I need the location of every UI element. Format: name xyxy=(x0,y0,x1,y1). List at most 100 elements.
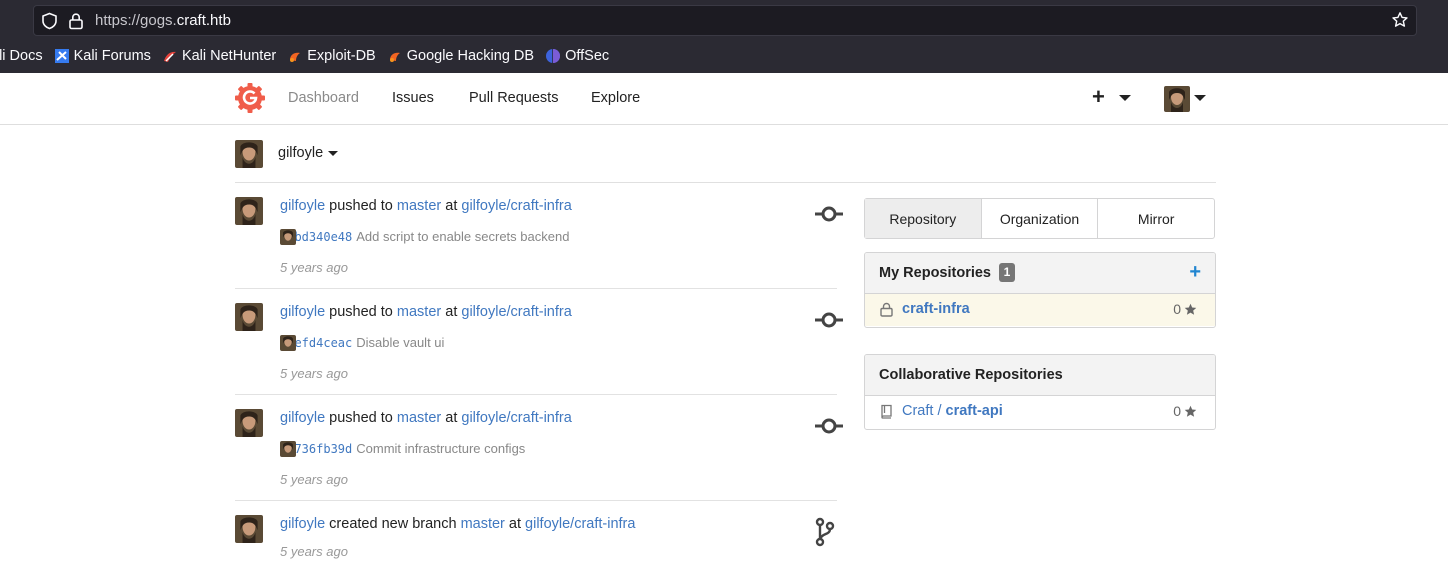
repo-stars: 0 xyxy=(1173,301,1197,317)
commit-message: Commit infrastructure configs xyxy=(356,441,526,456)
feed-time: 5 years ago xyxy=(280,472,348,487)
bookmark-kali-forums[interactable]: Kali Forums xyxy=(54,48,151,64)
chevron-down-icon[interactable] xyxy=(1194,95,1206,101)
mini-avatar xyxy=(280,441,296,457)
repo-owner-link[interactable]: Craft xyxy=(902,403,933,419)
bookmark-label: Kali NetHunter xyxy=(181,48,277,64)
feed-time: 5 years ago xyxy=(280,260,348,275)
create-new-button[interactable]: + xyxy=(1092,86,1105,108)
mini-avatar xyxy=(280,229,296,245)
feed-action: pushed to xyxy=(329,198,393,214)
feed-summary: gilfoyle pushed to master at gilfoyle/cr… xyxy=(280,304,572,320)
lock-icon xyxy=(880,302,893,322)
collaborative-repositories-box: Collaborative Repositories Craft / craft… xyxy=(864,354,1216,430)
offsec-icon xyxy=(545,48,561,64)
feed-at: at xyxy=(445,198,458,214)
feed-item: gilfoyle pushed to master at gilfoyle/cr… xyxy=(235,303,843,393)
chevron-down-icon xyxy=(328,151,338,156)
commit-icon xyxy=(814,311,844,334)
bookmark-exploit-db[interactable]: Exploit-DB xyxy=(287,48,376,64)
feed-branch-link[interactable]: master xyxy=(397,410,441,426)
feed-at: at xyxy=(445,410,458,426)
bookmark-google-hacking-db[interactable]: Google Hacking DB xyxy=(387,48,534,64)
kali-nethunter-icon xyxy=(162,48,178,64)
repo-filter-tabs: Repository Organization Mirror xyxy=(864,198,1215,239)
bookmark-label: ali Docs xyxy=(0,48,43,64)
browser-chrome: https://gogs.craft.htb ali Docs Kali For… xyxy=(0,0,1448,73)
repo-full-name: Craft / craft-api xyxy=(902,403,1003,419)
feed-user-link[interactable]: gilfoyle xyxy=(280,410,325,426)
feed-branch-link[interactable]: master xyxy=(397,304,441,320)
star-icon xyxy=(1184,405,1197,417)
commit-icon xyxy=(814,417,844,440)
repo-book-icon xyxy=(880,404,893,424)
tab-mirror[interactable]: Mirror xyxy=(1098,199,1214,238)
url-host: craft.htb xyxy=(176,12,231,29)
my-repositories-header: My Repositories 1 + xyxy=(865,253,1215,294)
commit-row: 72bd340e48 Add script to enable secrets … xyxy=(280,229,569,245)
bookmark-star-icon[interactable] xyxy=(1391,11,1409,34)
mini-avatar xyxy=(280,335,296,351)
feed-item: gilfoyle pushed to master at gilfoyle/cr… xyxy=(235,197,843,287)
feed-user-link[interactable]: gilfoyle xyxy=(280,304,325,320)
repo-count-badge: 1 xyxy=(999,263,1015,282)
feed-at: at xyxy=(445,304,458,320)
shield-icon[interactable] xyxy=(41,12,58,35)
feed-item: gilfoyle created new branch master at gi… xyxy=(235,515,837,565)
divider xyxy=(235,500,837,501)
bookmark-kali-docs[interactable]: ali Docs xyxy=(0,48,43,64)
feed-repo-link[interactable]: gilfoyle/craft-infra xyxy=(461,410,571,426)
feed-repo-link[interactable]: gilfoyle/craft-infra xyxy=(525,516,635,532)
feed-repo-link[interactable]: gilfoyle/craft-infra xyxy=(461,198,571,214)
url-text[interactable]: https://gogs.craft.htb xyxy=(95,12,231,29)
site-navbar: Dashboard Issues Pull Requests Explore + xyxy=(0,73,1448,125)
add-repository-button[interactable]: + xyxy=(1189,262,1201,282)
context-user-name: gilfoyle xyxy=(278,145,324,161)
feed-branch-link[interactable]: master xyxy=(461,516,505,532)
exploit-db-icon xyxy=(287,48,303,64)
commit-icon xyxy=(814,205,844,228)
divider xyxy=(235,394,837,395)
tab-organization[interactable]: Organization xyxy=(982,199,1099,238)
gogs-logo-icon[interactable] xyxy=(234,82,266,119)
feed-repo-link[interactable]: gilfoyle/craft-infra xyxy=(461,304,571,320)
bookmark-kali-nethunter[interactable]: Kali NetHunter xyxy=(162,48,276,64)
star-icon xyxy=(1184,303,1197,315)
feed-branch-link[interactable]: master xyxy=(397,198,441,214)
feed-user-link[interactable]: gilfoyle xyxy=(280,516,325,532)
google-hacking-db-icon xyxy=(387,48,403,64)
url-prefix: https://gogs. xyxy=(95,12,177,29)
repo-name: craft-infra xyxy=(902,301,970,317)
branch-icon xyxy=(815,517,835,552)
repo-stars: 0 xyxy=(1173,403,1197,419)
repo-link[interactable]: craft-api xyxy=(946,403,1003,419)
lock-icon[interactable] xyxy=(68,12,84,35)
nav-issues[interactable]: Issues xyxy=(392,90,434,106)
feed-summary: gilfoyle created new branch master at gi… xyxy=(280,516,635,532)
bookmark-label: Kali Forums xyxy=(73,48,151,64)
divider xyxy=(235,288,837,289)
star-count: 0 xyxy=(1173,403,1181,419)
nav-explore[interactable]: Explore xyxy=(591,90,640,106)
divider xyxy=(235,182,1216,183)
kali-forums-icon xyxy=(54,48,70,64)
commit-row: a7efd4ceac Disable vault ui xyxy=(280,335,445,351)
url-bar[interactable]: https://gogs.craft.htb xyxy=(33,5,1417,36)
my-repositories-title: My Repositories xyxy=(879,265,991,281)
feed-at: at xyxy=(508,516,522,532)
bookmarks-bar: ali Docs Kali Forums Kali NetHunter Expl… xyxy=(0,44,620,68)
bookmark-offsec[interactable]: OffSec xyxy=(545,48,609,64)
repo-link[interactable]: craft-infra xyxy=(902,301,970,317)
repo-row[interactable]: Craft / craft-api 0 xyxy=(865,396,1215,428)
feed-user-link[interactable]: gilfoyle xyxy=(280,198,325,214)
chevron-down-icon[interactable] xyxy=(1119,95,1131,101)
user-menu-avatar[interactable] xyxy=(1164,86,1190,112)
nav-dashboard[interactable]: Dashboard xyxy=(288,90,359,106)
feed-item: gilfoyle pushed to master at gilfoyle/cr… xyxy=(235,409,843,499)
nav-pull-requests[interactable]: Pull Requests xyxy=(469,90,558,106)
repo-row[interactable]: craft-infra 0 xyxy=(865,294,1215,326)
commit-message: Disable vault ui xyxy=(356,335,445,350)
tab-repository[interactable]: Repository xyxy=(865,199,982,238)
collaborative-repositories-header: Collaborative Repositories xyxy=(865,355,1215,396)
feed-summary: gilfoyle pushed to master at gilfoyle/cr… xyxy=(280,410,572,426)
